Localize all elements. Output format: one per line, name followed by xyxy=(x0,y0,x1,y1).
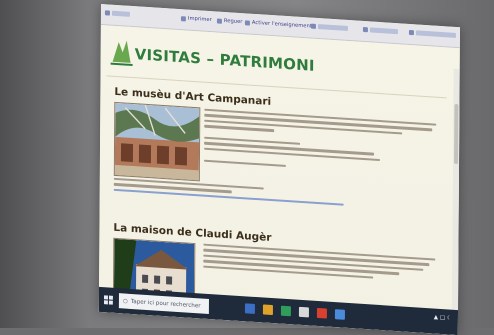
taskbar-search-input[interactable]: ○ Taper ici pour rechercher xyxy=(118,293,209,314)
site-title: VISITAS – PATRIMONI xyxy=(134,45,315,75)
museum-contact-info xyxy=(113,177,364,210)
bookmark-label: Reguer xyxy=(223,17,243,26)
web-page: VISITAS – PATRIMONI Le musèu d'Art Campa… xyxy=(98,24,460,335)
firefox-icon[interactable] xyxy=(316,307,327,319)
bookmark-item-2[interactable]: Activer l'enseignement xyxy=(244,19,312,30)
tray-icons: ▲ □ ☾ xyxy=(433,314,452,322)
bookmark-logo-icon[interactable] xyxy=(104,10,130,17)
system-tray[interactable]: ▲ □ ☾ xyxy=(434,315,452,322)
chrome-icon[interactable] xyxy=(262,304,273,316)
bookmark-item-0[interactable]: Imprimer xyxy=(180,15,212,24)
museum-description xyxy=(203,108,439,180)
bookmark-item-3[interactable] xyxy=(310,23,348,31)
app-icon[interactable] xyxy=(334,309,345,320)
house-description xyxy=(203,243,438,286)
bookmark-item-5[interactable] xyxy=(408,29,456,38)
projected-screen: Imprimer Reguer Activer l'enseignement V… xyxy=(98,4,460,335)
site-logo-icon xyxy=(110,40,133,67)
bookmark-label: Activer l'enseignement xyxy=(251,19,312,30)
bookmark-label: Imprimer xyxy=(187,15,212,24)
search-placeholder: Taper ici pour rechercher xyxy=(130,298,201,309)
store-icon[interactable] xyxy=(280,305,291,317)
museum-photo xyxy=(113,101,201,182)
search-icon: ○ xyxy=(122,297,128,305)
file-explorer-icon[interactable] xyxy=(244,303,255,314)
museum-photo-image xyxy=(114,102,200,181)
app-icon[interactable] xyxy=(298,306,309,318)
bookmark-item-4[interactable] xyxy=(362,26,398,35)
windows-start-icon[interactable] xyxy=(103,295,113,305)
bookmark-item-1[interactable]: Reguer xyxy=(216,17,243,26)
scrollbar-thumb[interactable] xyxy=(454,103,459,165)
